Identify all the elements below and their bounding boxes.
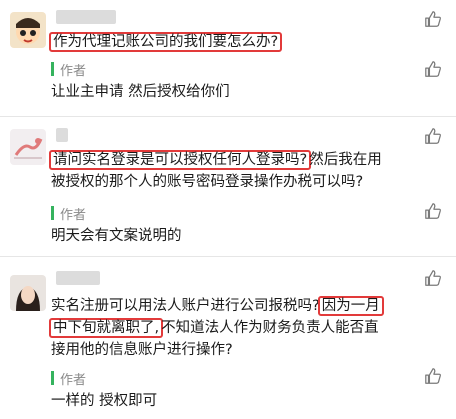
username-blurred bbox=[56, 10, 116, 24]
avatar[interactable] bbox=[10, 129, 46, 165]
comment-text: 实名注册可以用法人账户进行公司报税吗? 因为一月 bbox=[51, 296, 442, 317]
author-accent-bar bbox=[51, 206, 54, 220]
thumbs-up-icon[interactable] bbox=[424, 127, 442, 145]
author-reply-text: 明天会有文案说明的 bbox=[51, 228, 182, 244]
comment-text-line2: 被授权的那个人的账号密码登录操作办税可以吗? bbox=[51, 174, 364, 190]
username-blurred bbox=[56, 128, 68, 142]
comment-text: 请问实名登录是可以授权任何人登录吗? 然后我在用 bbox=[49, 150, 442, 171]
comment-text-line3: 接用他的信息账户进行操作? bbox=[51, 342, 233, 358]
avatar[interactable] bbox=[10, 275, 46, 311]
username-blurred bbox=[56, 271, 100, 285]
author-label: 作者 bbox=[60, 372, 87, 388]
author-reply-header: 作者 bbox=[51, 60, 87, 79]
avatar[interactable] bbox=[10, 12, 46, 48]
text-segment: 然后我在用 bbox=[309, 152, 382, 168]
text-segment: 不知道法人作为财务负责人能否直 bbox=[161, 320, 379, 336]
author-reply-text: 一样的 授权即可 bbox=[51, 393, 158, 409]
author-reply-text: 让业主申请 然后授权给你们 bbox=[51, 84, 230, 100]
thumbs-up-icon[interactable] bbox=[424, 10, 442, 28]
thumbs-up-icon[interactable] bbox=[424, 202, 442, 220]
author-label: 作者 bbox=[60, 63, 87, 79]
author-label: 作者 bbox=[60, 207, 87, 223]
comment-text-line2: 中下旬就离职了, 不知道法人作为财务负责人能否直 bbox=[49, 318, 442, 339]
highlighted-text: 中下旬就离职了, bbox=[49, 318, 164, 338]
author-reply-header: 作者 bbox=[51, 369, 87, 388]
highlighted-text: 作为代理记账公司的我们要怎么办? bbox=[49, 32, 283, 52]
comment-3: 实名注册可以用法人账户进行公司报税吗? 因为一月 中下旬就离职了, 不知道法人作为财… bbox=[0, 257, 456, 419]
comment-text: 作为代理记账公司的我们要怎么办? bbox=[49, 32, 442, 53]
thumbs-up-icon[interactable] bbox=[424, 367, 442, 385]
highlighted-text: 请问实名登录是可以授权任何人登录吗? bbox=[49, 150, 312, 170]
author-accent-bar bbox=[51, 62, 54, 76]
author-reply-header: 作者 bbox=[51, 204, 87, 223]
highlighted-text: 因为一月 bbox=[317, 296, 384, 316]
thumbs-up-icon[interactable] bbox=[424, 60, 442, 78]
comment-2: 请问实名登录是可以授权任何人登录吗? 然后我在用 被授权的那个人的账号密码登录操作… bbox=[0, 117, 456, 257]
author-accent-bar bbox=[51, 371, 54, 385]
thumbs-up-icon[interactable] bbox=[424, 269, 442, 287]
text-segment: 实名注册可以用法人账户进行公司报税吗? bbox=[51, 298, 320, 314]
comment-1: 作为代理记账公司的我们要怎么办? 作者 让业主申请 然后授权给你们 bbox=[0, 0, 456, 117]
